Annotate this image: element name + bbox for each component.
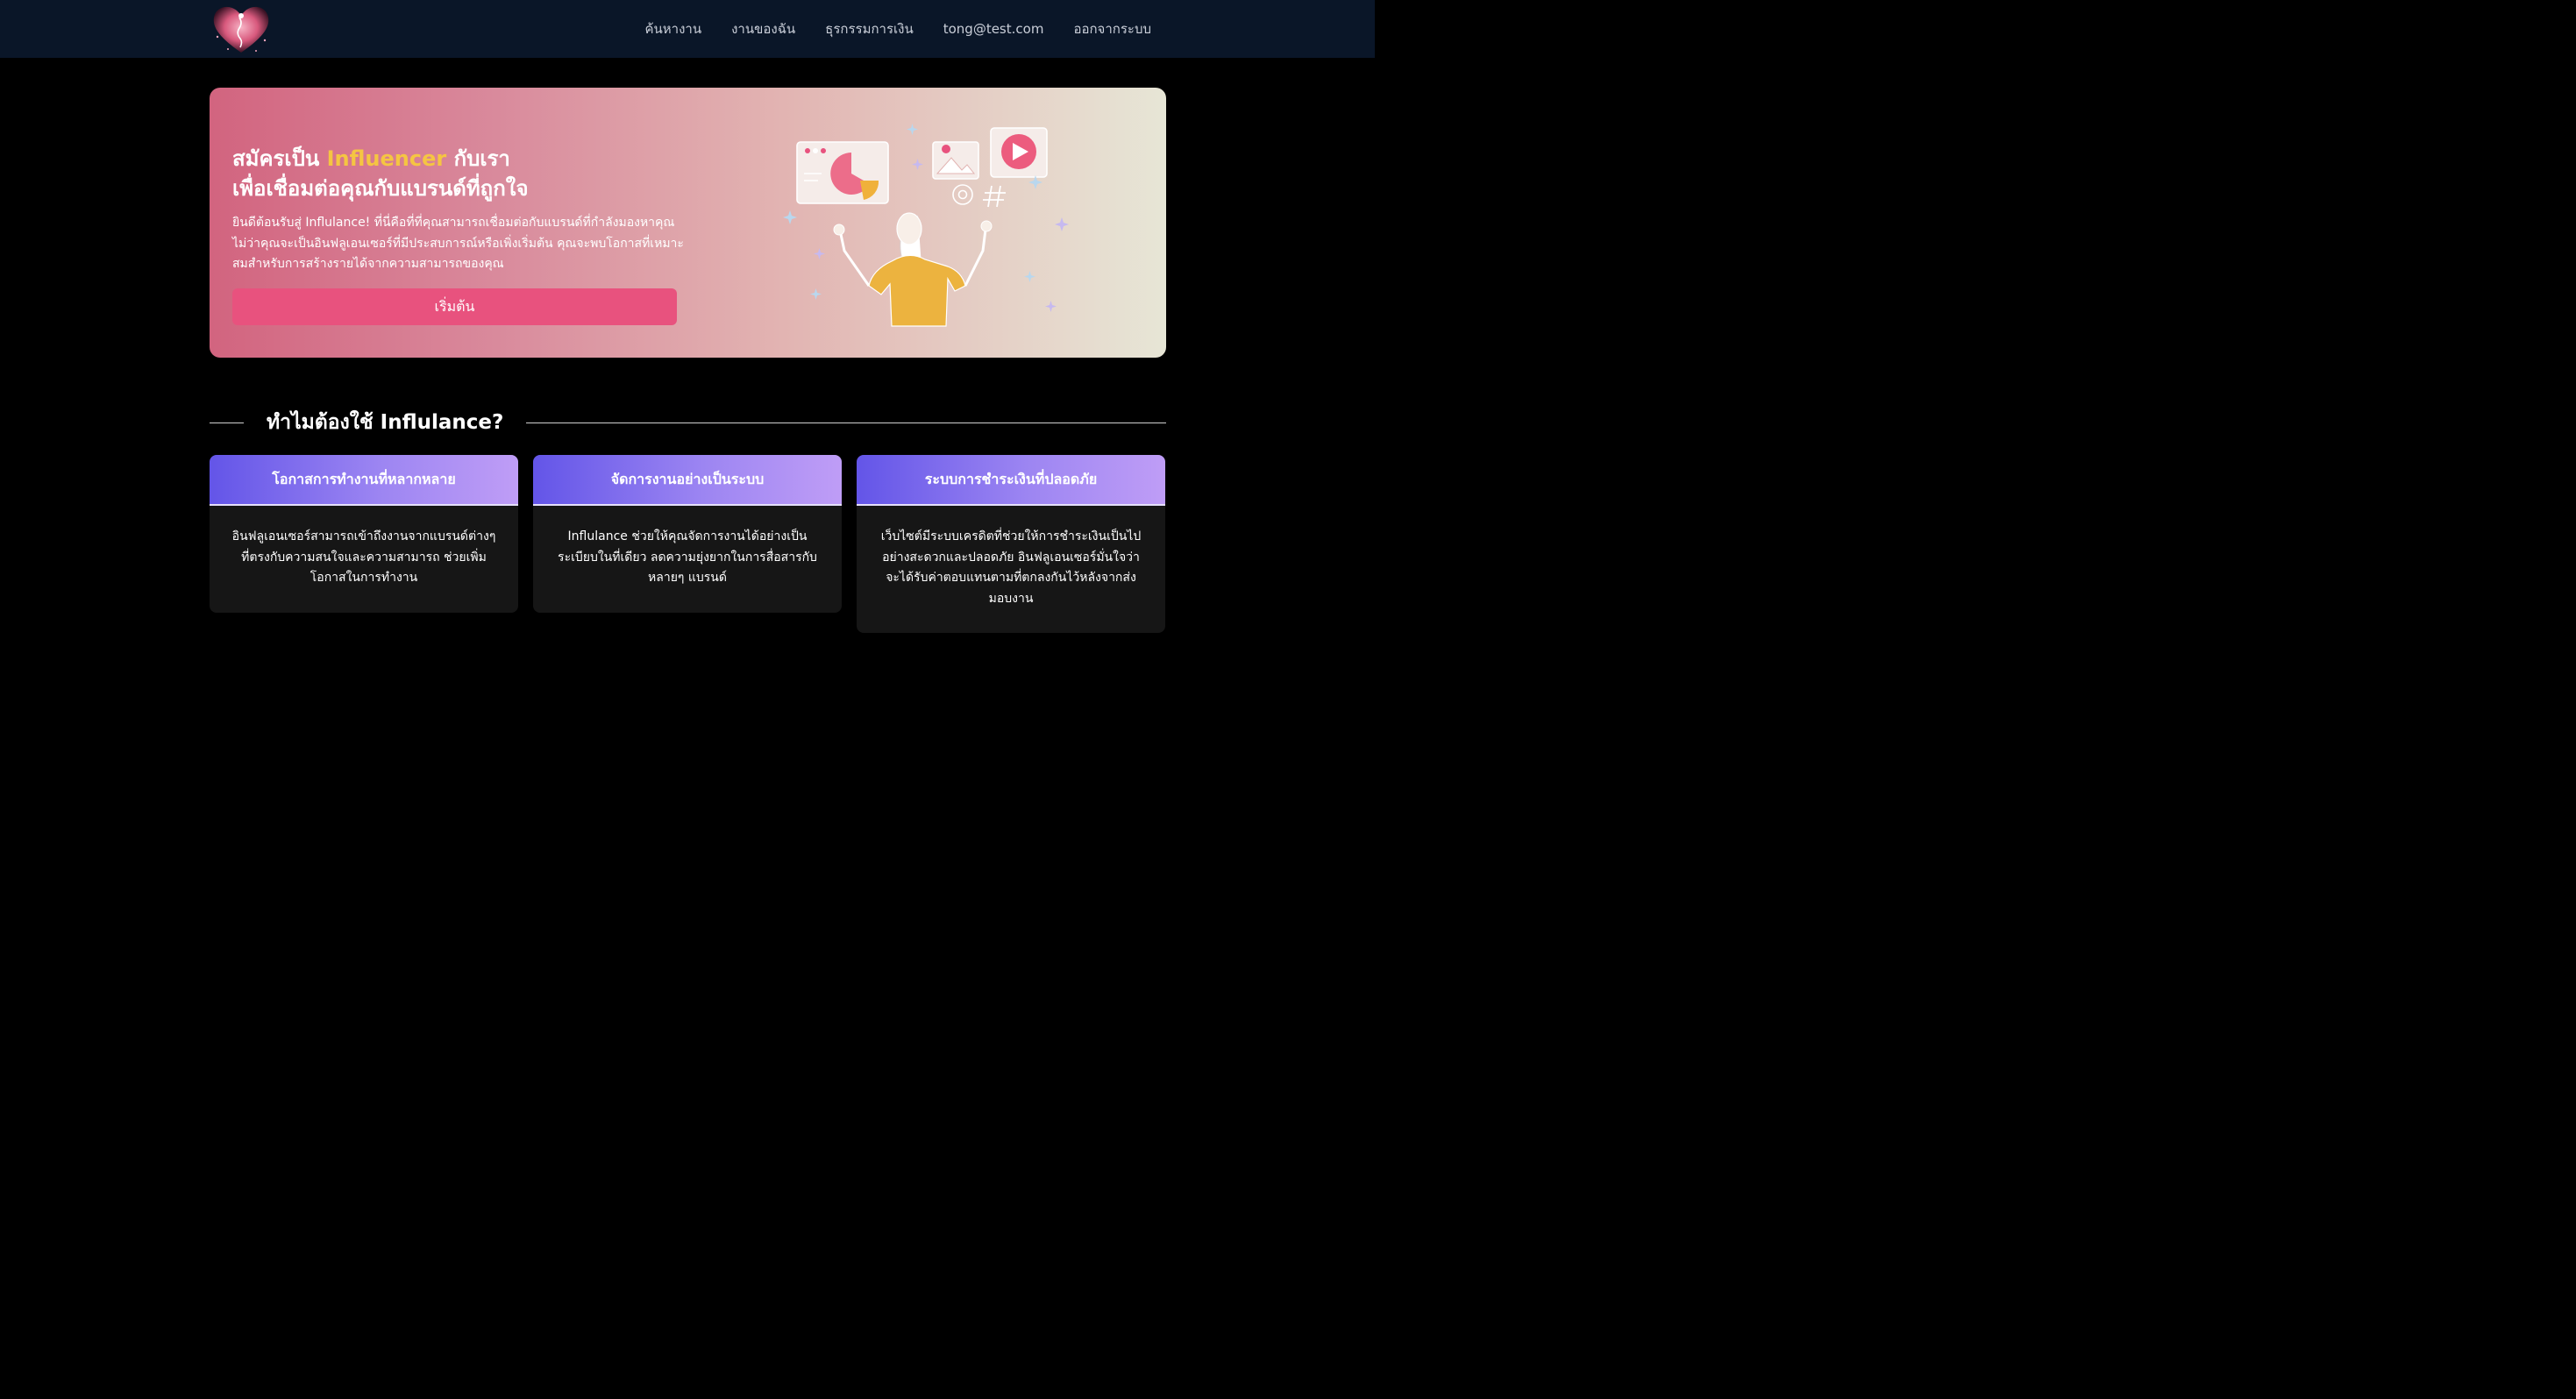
nav-link-logout[interactable]: ออกจากระบบ xyxy=(1073,18,1151,39)
hero-title-line2: เพื่อเชื่อมต่อคุณกับแบรนด์ที่ถูกใจ xyxy=(232,176,529,201)
feature-card-title: จัดการงานอย่างเป็นระบบ xyxy=(533,455,842,506)
navbar: ค้นหางาน งานของฉัน ธุรกรรมการเงิน tong@t… xyxy=(0,0,1375,58)
nav-link-user-email[interactable]: tong@test.com xyxy=(943,21,1044,37)
why-section-title: ทำไมต้องใช้ Influlance? xyxy=(267,411,504,434)
feature-card-body: เว็บไซต์มีระบบเครดิตที่ช่วยให้การชำระเงิ… xyxy=(880,529,1142,606)
feature-card-organized-work: จัดการงานอย่างเป็นระบบ Influlance ช่วยให… xyxy=(533,455,842,613)
heart-logo-icon[interactable] xyxy=(210,2,272,56)
pie-chart-icon xyxy=(796,141,889,204)
hashtag-icon xyxy=(983,185,1006,208)
get-started-button[interactable]: เริ่มต้น xyxy=(232,288,677,325)
feature-card-title: โอกาสการทำงานที่หลากหลาย xyxy=(210,455,518,506)
nav-link-my-jobs[interactable]: งานของฉัน xyxy=(731,18,795,39)
nav-link-find-jobs[interactable]: ค้นหางาน xyxy=(645,18,702,39)
image-icon xyxy=(932,141,979,180)
hero-title-prefix: สมัครเป็น xyxy=(232,146,327,171)
hero-description: ยินดีต้อนรับสู่ Influlance! ที่นี่คือที่… xyxy=(232,216,684,271)
hero-banner: สมัครเป็น Influencer กับเรา เพื่อเชื่อมต… xyxy=(210,88,1166,358)
hero-title-accent: Influencer xyxy=(326,146,447,171)
person-figure xyxy=(833,212,993,327)
feature-card-body: Influlance ช่วยให้คุณจัดการงานได้อย่างเป… xyxy=(558,529,817,585)
influencer-illustration xyxy=(779,119,1086,330)
nav-link-transactions[interactable]: ธุรกรรมการเงิน xyxy=(825,18,914,39)
why-section-heading: ทำไมต้องใช้ Influlance? xyxy=(210,406,1166,439)
feature-card-opportunities: โอกาสการทำงานที่หลากหลาย อินฟลูเอนเซอร์ส… xyxy=(210,455,518,613)
feature-card-title: ระบบการชำระเงินที่ปลอดภัย xyxy=(857,455,1165,506)
play-icon xyxy=(990,127,1048,178)
feature-card-secure-payment: ระบบการชำระเงินที่ปลอดภัย เว็บไซต์มีระบบ… xyxy=(857,455,1165,633)
feature-card-body: อินฟลูเอนเซอร์สามารถเข้าถึงงานจากแบรนด์ต… xyxy=(231,529,496,585)
at-sign-icon xyxy=(952,184,973,205)
nav-menu: ค้นหางาน งานของฉัน ธุรกรรมการเงิน tong@t… xyxy=(645,0,1152,58)
hero-title: สมัครเป็น Influencer กับเรา เพื่อเชื่อมต… xyxy=(232,144,723,203)
hero-title-suffix: กับเรา xyxy=(446,146,510,171)
